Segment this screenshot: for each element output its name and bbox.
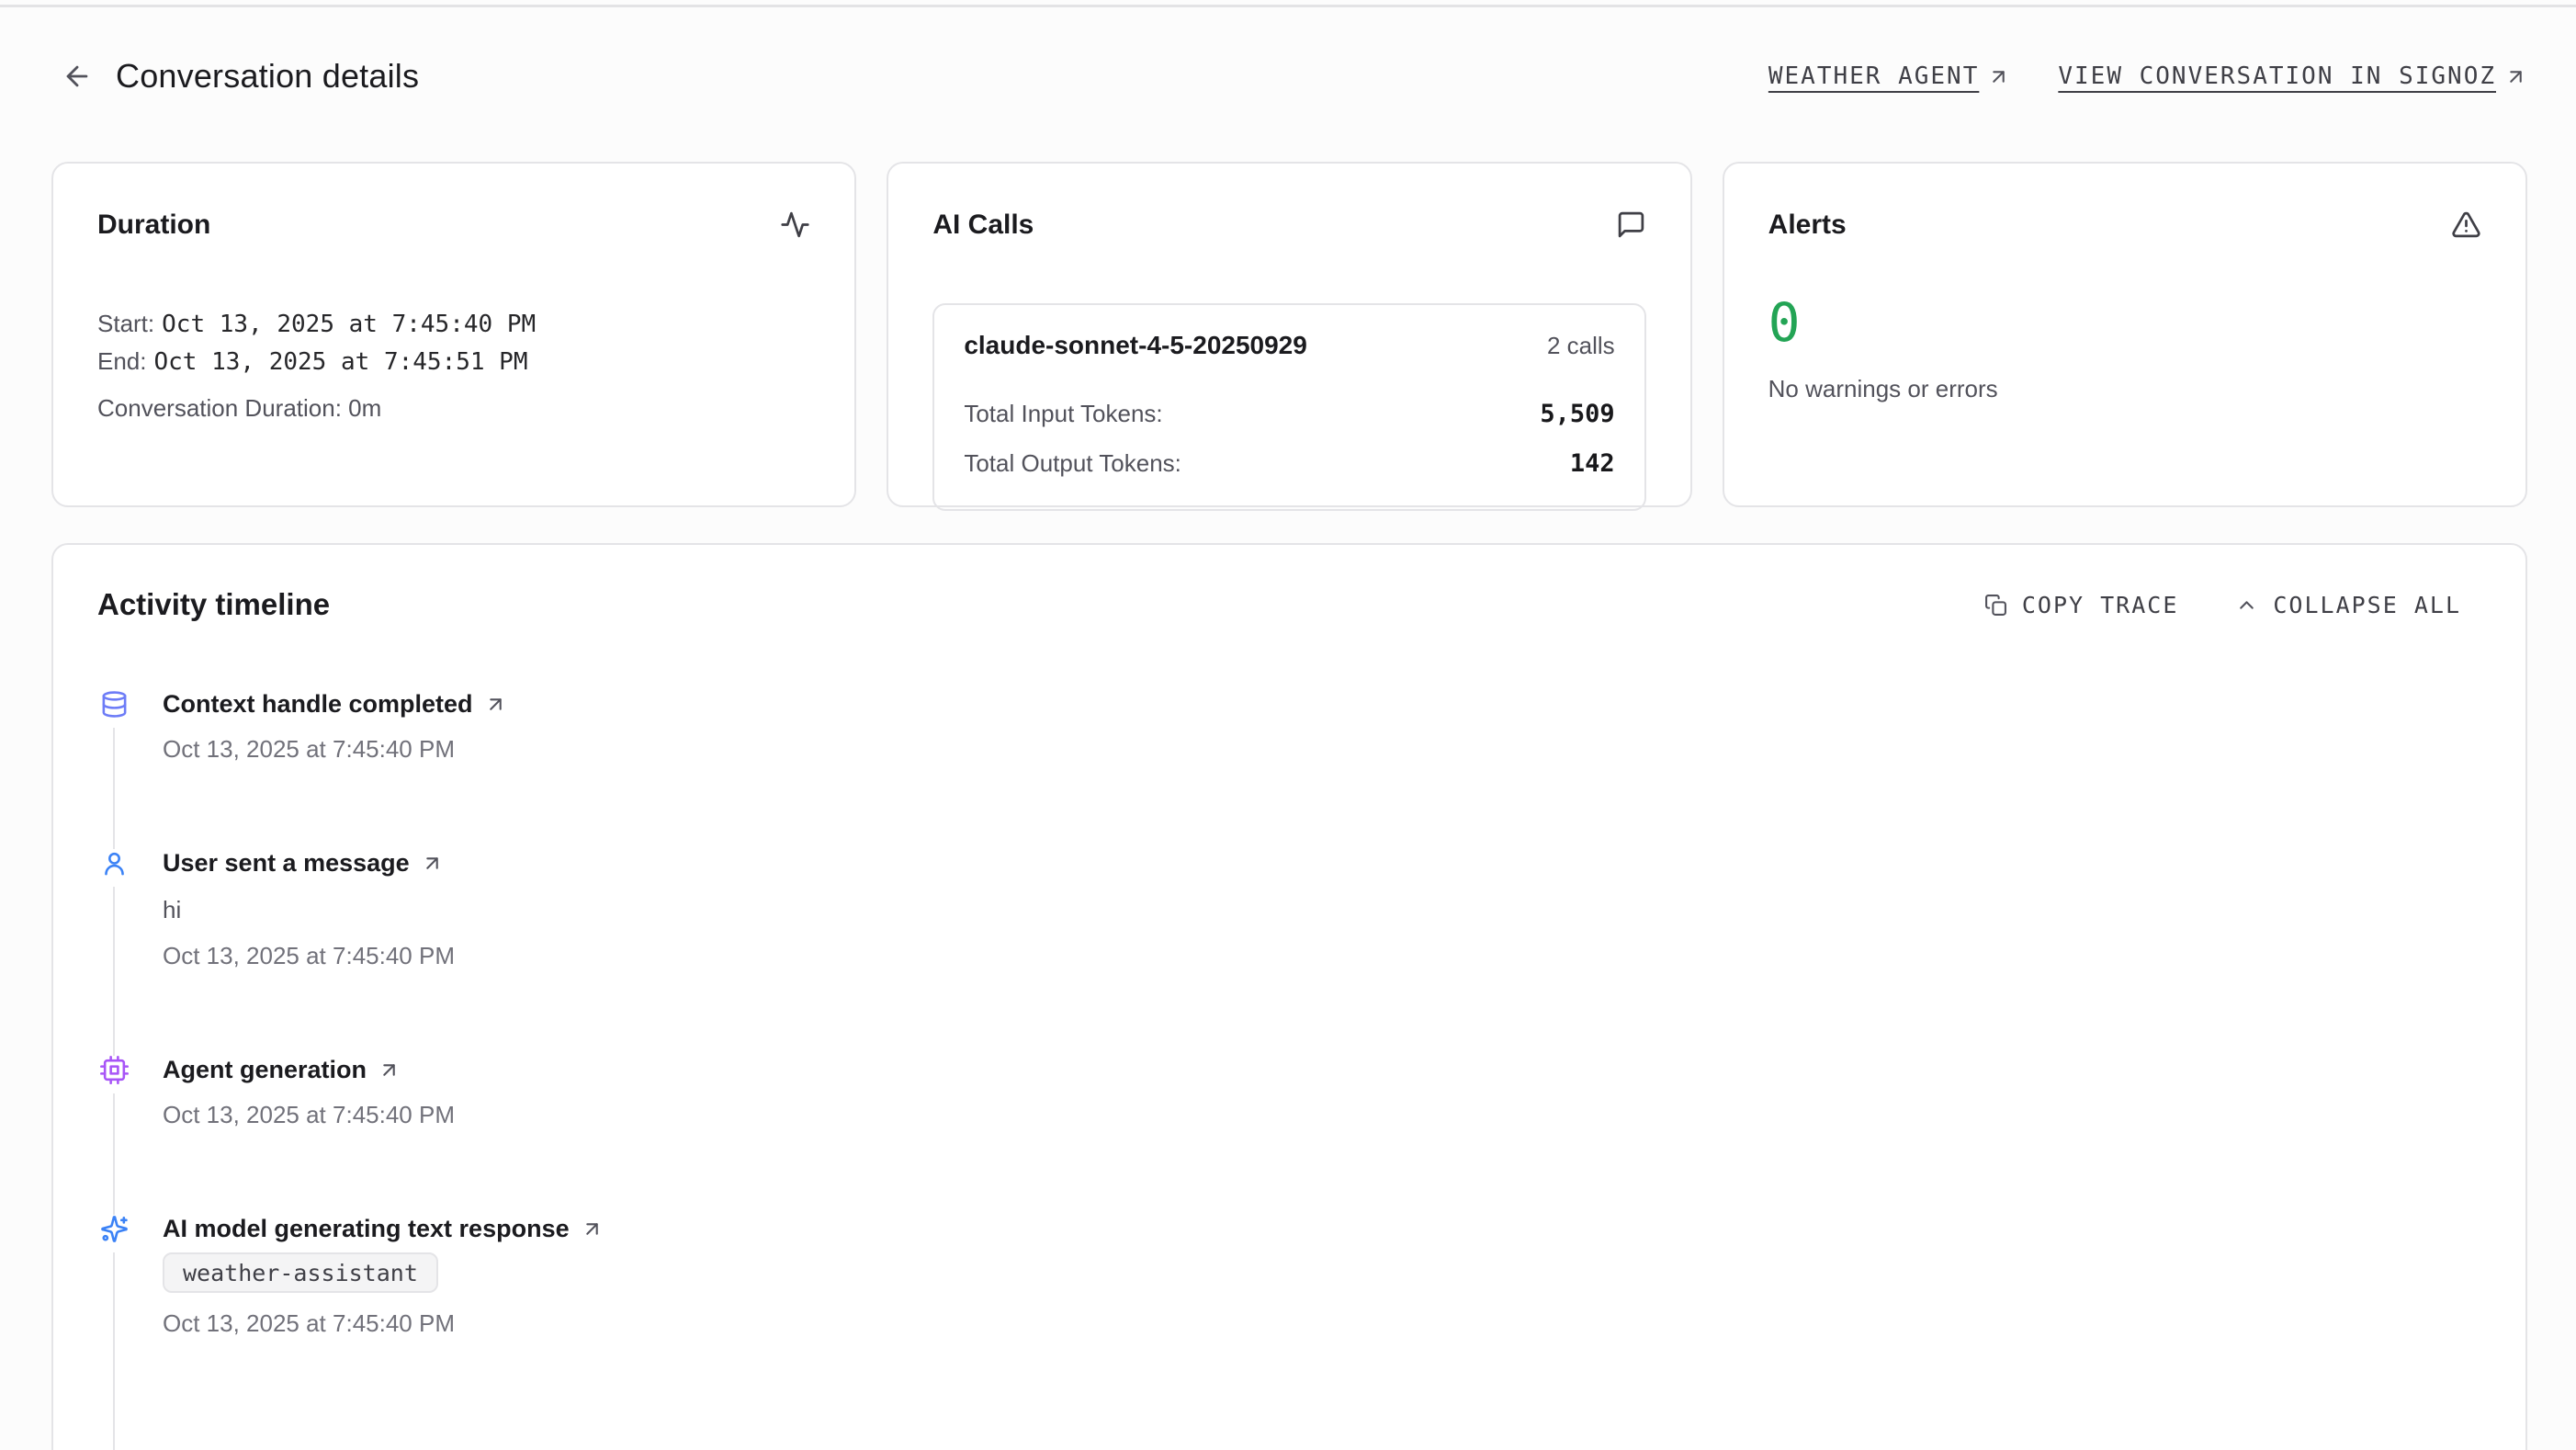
ai-calls-card-title: AI Calls — [932, 210, 1034, 241]
alert-triangle-icon — [2451, 210, 2481, 244]
arrow-up-right-icon — [378, 1059, 401, 1082]
duration-total-value: 0m — [348, 394, 381, 422]
duration-card-title: Duration — [97, 210, 210, 241]
weather-agent-link-label: WEATHER AGENT — [1768, 62, 1980, 90]
ai-calls-card: AI Calls claude-sonnet-4-5-20250929 2 ca… — [887, 162, 1691, 507]
view-conversation-in-signoz-link[interactable]: VIEW CONVERSATION IN SIGNOZ — [2058, 62, 2527, 90]
alerts-message: No warnings or errors — [1768, 375, 2481, 403]
page-header: Conversation details WEATHER AGENT VIEW … — [51, 53, 2527, 99]
arrow-up-right-icon — [1987, 65, 2010, 88]
timeline-item-body: AI model generating text response weathe… — [163, 1215, 604, 1450]
timeline-item: AI model generating text response weathe… — [99, 1215, 2481, 1450]
duration-card: Duration Start: Oct 13, 2025 at 7:45:40 P… — [51, 162, 856, 507]
timeline-header: Activity timeline COPY TRACE COLLAPSE AL… — [97, 587, 2481, 622]
activity-timeline-card: Activity timeline COPY TRACE COLLAPSE AL… — [51, 543, 2527, 1450]
output-tokens-label: Total Output Tokens: — [964, 445, 1181, 481]
summary-cards: Duration Start: Oct 13, 2025 at 7:45:40 P… — [51, 162, 2527, 507]
sparkles-icon — [100, 1215, 129, 1243]
timeline-item-badge: weather-assistant — [163, 1252, 438, 1293]
header-left: Conversation details — [59, 57, 419, 96]
output-tokens-value: 142 — [1570, 449, 1615, 478]
top-divider — [0, 5, 2576, 7]
header-links: WEATHER AGENT VIEW CONVERSATION IN SIGNO… — [1768, 62, 2527, 90]
collapse-all-button[interactable]: COLLAPSE ALL — [2235, 592, 2461, 618]
timeline-item-link[interactable]: Agent generation — [163, 1056, 455, 1084]
alerts-card-title: Alerts — [1768, 210, 1847, 241]
arrow-left-icon — [62, 61, 93, 92]
input-tokens-label: Total Input Tokens: — [964, 395, 1162, 432]
chevron-up-icon — [2235, 594, 2258, 617]
arrow-up-right-icon — [2504, 65, 2527, 88]
timeline-item-timestamp: Oct 13, 2025 at 7:45:40 PM — [163, 1308, 604, 1339]
timeline-actions: COPY TRACE COLLAPSE ALL — [1984, 592, 2481, 618]
timeline-item-title: AI model generating text response — [163, 1215, 570, 1243]
duration-rows: Start: Oct 13, 2025 at 7:45:40 PM End:Oct… — [97, 305, 810, 426]
conversation-details-page: Conversation details WEATHER AGENT VIEW … — [0, 53, 2576, 1450]
duration-total-row: Conversation Duration: 0m — [97, 390, 810, 426]
duration-start-row: Start: Oct 13, 2025 at 7:45:40 PM — [97, 305, 810, 343]
timeline-connector — [113, 1093, 115, 1215]
message-square-icon — [1616, 210, 1646, 244]
timeline-list: Context handle completed Oct 13, 2025 at… — [97, 690, 2481, 1450]
duration-start-value: Oct 13, 2025 at 7:45:40 PM — [162, 311, 536, 338]
timeline-item: User sent a message hi Oct 13, 2025 at 7:… — [99, 849, 2481, 1056]
timeline-item-title: User sent a message — [163, 849, 410, 878]
timeline-item-title: Agent generation — [163, 1056, 367, 1084]
duration-end-label: End: — [97, 347, 147, 375]
timeline-icon-column — [99, 1056, 129, 1215]
input-tokens-row: Total Input Tokens: 5,509 — [964, 395, 1614, 432]
timeline-icon-column — [99, 1215, 129, 1450]
alerts-card: Alerts 0 No warnings or errors — [1723, 162, 2527, 507]
timeline-connector — [113, 728, 115, 849]
duration-end-value: Oct 13, 2025 at 7:45:51 PM — [154, 348, 528, 376]
duration-card-header: Duration — [97, 210, 810, 244]
back-button[interactable] — [59, 58, 96, 95]
duration-total-label: Conversation Duration: — [97, 394, 342, 422]
timeline-item-content: hi — [163, 894, 455, 925]
timeline-icon-column — [99, 849, 129, 1056]
timeline-item: Context handle completed Oct 13, 2025 at… — [99, 690, 2481, 849]
timeline-item-body: User sent a message hi Oct 13, 2025 at 7:… — [163, 849, 455, 1056]
ai-calls-card-header: AI Calls — [932, 210, 1645, 244]
model-call-count: 2 calls — [1547, 332, 1615, 360]
timeline-item-body: Context handle completed Oct 13, 2025 at… — [163, 690, 507, 849]
cpu-icon — [100, 1056, 129, 1084]
model-row: claude-sonnet-4-5-20250929 2 calls — [964, 331, 1614, 360]
duration-start-label: Start: — [97, 310, 154, 337]
timeline-item-link[interactable]: User sent a message — [163, 849, 455, 878]
timeline-connector — [113, 1252, 115, 1450]
timeline-item-link[interactable]: Context handle completed — [163, 690, 507, 719]
input-tokens-value: 5,509 — [1540, 400, 1614, 428]
alerts-card-header: Alerts — [1768, 210, 2481, 244]
model-usage-box: claude-sonnet-4-5-20250929 2 calls Total… — [932, 303, 1645, 511]
arrow-up-right-icon — [581, 1218, 604, 1240]
timeline-icon-column — [99, 690, 129, 849]
arrow-up-right-icon — [484, 693, 507, 716]
timeline-item-body: Agent generation Oct 13, 2025 at 7:45:40… — [163, 1056, 455, 1215]
copy-trace-button[interactable]: COPY TRACE — [1984, 592, 2179, 618]
database-icon — [100, 690, 129, 719]
timeline-item-link[interactable]: AI model generating text response — [163, 1215, 604, 1243]
copy-icon — [1984, 594, 2007, 617]
timeline-item-timestamp: Oct 13, 2025 at 7:45:40 PM — [163, 1099, 455, 1130]
output-tokens-row: Total Output Tokens: 142 — [964, 445, 1614, 481]
timeline-item-badge-row: weather-assistant — [163, 1252, 604, 1293]
timeline-item-title: Context handle completed — [163, 690, 473, 719]
view-conversation-link-label: VIEW CONVERSATION IN SIGNOZ — [2058, 62, 2496, 90]
alerts-count: 0 — [1768, 294, 2481, 351]
collapse-all-label: COLLAPSE ALL — [2273, 592, 2461, 618]
arrow-up-right-icon — [421, 852, 444, 875]
timeline-item: Agent generation Oct 13, 2025 at 7:45:40… — [99, 1056, 2481, 1215]
user-icon — [100, 849, 129, 878]
copy-trace-label: COPY TRACE — [2022, 592, 2179, 618]
timeline-title: Activity timeline — [97, 587, 330, 622]
timeline-connector — [113, 887, 115, 1056]
page-title: Conversation details — [116, 57, 419, 96]
duration-end-row: End:Oct 13, 2025 at 7:45:51 PM — [97, 343, 810, 380]
model-name: claude-sonnet-4-5-20250929 — [964, 331, 1307, 360]
activity-icon — [780, 210, 810, 244]
timeline-item-timestamp: Oct 13, 2025 at 7:45:40 PM — [163, 940, 455, 971]
weather-agent-link[interactable]: WEATHER AGENT — [1768, 62, 2011, 90]
timeline-item-timestamp: Oct 13, 2025 at 7:45:40 PM — [163, 733, 507, 765]
